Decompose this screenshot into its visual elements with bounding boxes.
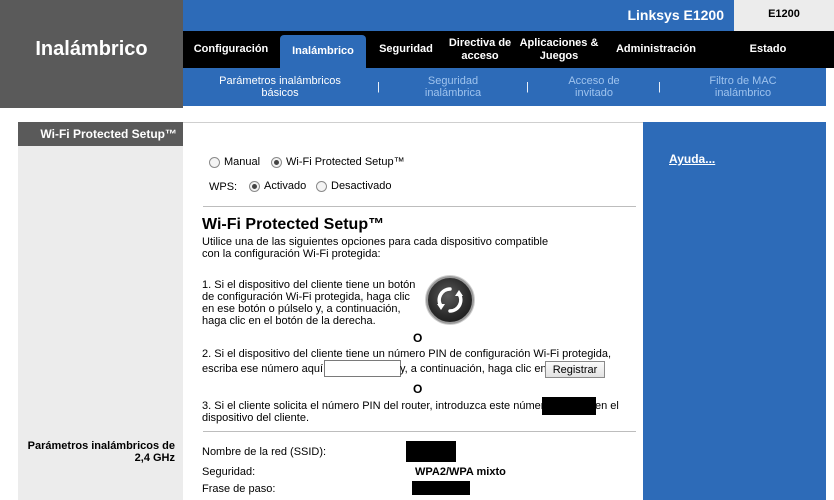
brand-title: Linksys E1200 — [627, 7, 724, 23]
manual-label: Manual — [224, 156, 261, 168]
wps-label: WPS: — [209, 181, 238, 193]
left-column-heading: Wi-Fi Protected Setup™ — [18, 122, 183, 146]
option-3-prefix: 3. Si el cliente solicita el número PIN … — [202, 400, 551, 412]
tab-inalambrico[interactable]: Inalámbrico — [280, 35, 366, 68]
header-gap — [0, 108, 834, 122]
option-1-line-1: 1. Si el dispositivo del cliente tiene u… — [202, 279, 416, 291]
divider — [203, 206, 636, 207]
option-3-line-2: dispositivo del cliente. — [202, 412, 310, 424]
tab-seguridad[interactable]: Seguridad — [375, 31, 437, 68]
wps-mode-radio[interactable] — [271, 156, 282, 168]
wps-enabled-radio[interactable] — [249, 180, 260, 192]
intro-line-1: Utilice una de las siguientes opciones p… — [202, 236, 549, 248]
section-title: Inalámbrico — [35, 38, 148, 60]
wps-push-button[interactable] — [426, 276, 474, 324]
main-content: Manual Wi-Fi Protected Setup™ WPS: Activ… — [183, 122, 643, 500]
option-3-suffix: en el — [595, 400, 619, 412]
wps-disabled-label: Desactivado — [331, 180, 392, 192]
tab-estado[interactable]: Estado — [738, 31, 798, 68]
option-1-line-2: de configuración Wi-Fi protegida, haga c… — [202, 291, 410, 303]
help-column: Ayuda... — [643, 122, 826, 500]
subtab-separator: | — [377, 81, 380, 93]
subtab-acceso-invitado[interactable]: Acceso de invitado — [559, 75, 629, 99]
model-box: E1200 — [734, 0, 834, 31]
subtab-parametros-basicos[interactable]: Parámetros inalámbricos básicos — [205, 75, 355, 99]
option-1-line-3: en ese botón o púlselo y, a continuación… — [202, 303, 401, 315]
router-pin-redacted — [542, 397, 596, 415]
main-nav: Configuración Inalámbrico Seguridad Dire… — [183, 31, 834, 68]
right-edge — [826, 122, 834, 500]
passphrase-value-redacted — [412, 481, 470, 495]
model-label: E1200 — [768, 8, 800, 20]
ssid-label: Nombre de la red (SSID): — [202, 446, 327, 458]
subnav-edge — [826, 68, 834, 106]
band-section-label: Parámetros inalámbricos de 2,4 GHz — [27, 440, 175, 464]
top-banner: Linksys E1200 — [183, 0, 734, 31]
wps-enabled-label: Activado — [264, 180, 307, 192]
subtab-separator: | — [526, 81, 529, 93]
option-2-suffix: y, a continuación, haga clic en — [400, 363, 547, 375]
tab-directiva-acceso[interactable]: Directiva de acceso — [444, 31, 516, 68]
sub-nav: Parámetros inalámbricos básicos | Seguri… — [183, 68, 826, 106]
tab-configuracion[interactable]: Configuración — [189, 31, 273, 68]
wps-enabled-option[interactable]: Activado — [249, 180, 306, 192]
ssid-value-redacted — [406, 441, 456, 462]
wps-disabled-option[interactable]: Desactivado — [316, 180, 392, 192]
wps-disabled-radio[interactable] — [316, 180, 327, 192]
mode-wps-option[interactable]: Wi-Fi Protected Setup™ — [271, 156, 405, 168]
subtab-separator: | — [658, 81, 661, 93]
subtab-seguridad-inalambrica[interactable]: Seguridad inalámbrica — [413, 75, 493, 99]
client-pin-input[interactable] — [324, 360, 401, 377]
intro-line-2: con la configuración Wi-Fi protegida: — [202, 248, 381, 260]
tab-aplicaciones-juegos[interactable]: Aplicaciones & Juegos — [517, 31, 601, 68]
wps-mode-label: Wi-Fi Protected Setup™ — [286, 156, 405, 168]
wps-arrows-icon — [437, 287, 463, 313]
help-link[interactable]: Ayuda... — [669, 152, 715, 166]
option-1-line-4: haga clic en el botón de la derecha. — [202, 315, 376, 327]
tab-administracion[interactable]: Administración — [613, 31, 699, 68]
register-button[interactable]: Registrar — [545, 361, 605, 378]
option-2-line-1: 2. Si el dispositivo del cliente tiene u… — [202, 348, 612, 360]
content-title: Wi-Fi Protected Setup™ — [202, 216, 385, 233]
or-separator-1: O — [413, 331, 423, 345]
section-header: Inalámbrico — [0, 0, 183, 108]
mode-manual-option[interactable]: Manual — [209, 156, 260, 168]
security-value: WPA2/WPA mixto — [415, 466, 506, 478]
manual-radio[interactable] — [209, 156, 220, 168]
subtab-filtro-mac[interactable]: Filtro de MAC inalámbrico — [693, 75, 793, 99]
divider — [203, 431, 636, 432]
passphrase-label: Frase de paso: — [202, 483, 276, 495]
security-label: Seguridad: — [202, 466, 256, 478]
or-separator-2: O — [413, 382, 423, 396]
option-2-prefix: escriba ese número aquí — [202, 363, 324, 375]
